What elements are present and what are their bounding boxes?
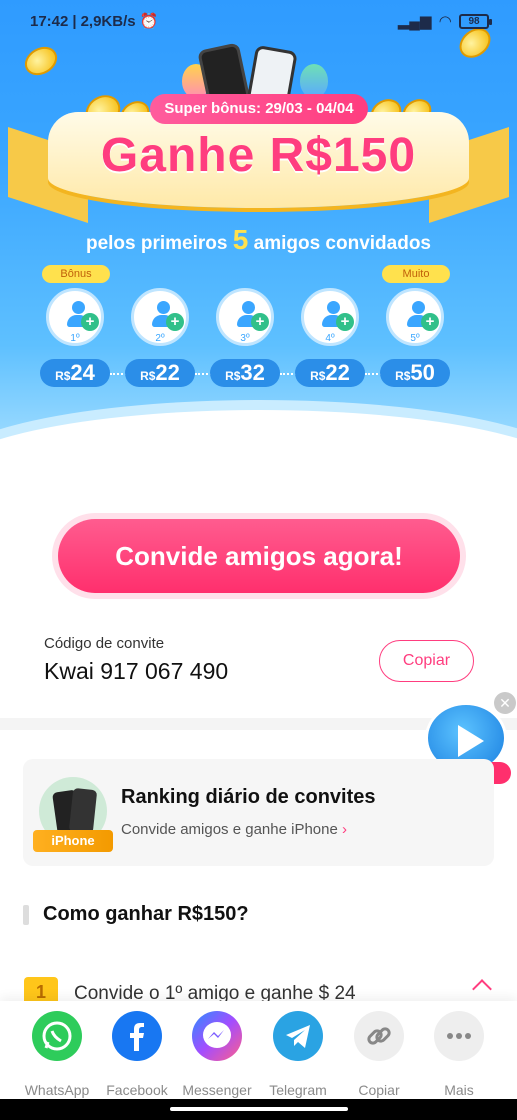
share-bar: WhatsApp Facebook Messenger Telegram Cop… bbox=[0, 1001, 517, 1099]
plus-icon: + bbox=[251, 313, 269, 331]
how-to-title: Como ganhar R$150? bbox=[43, 903, 249, 925]
easter-egg-icon bbox=[300, 64, 328, 98]
plus-icon: + bbox=[166, 313, 184, 331]
status-right: ▂▄▆ ◠ 98 bbox=[397, 12, 492, 30]
plus-icon: + bbox=[336, 313, 354, 331]
hero-banner: Super bônus: 29/03 - 04/04 Ganhe R$150 p… bbox=[0, 0, 517, 460]
system-nav-bar bbox=[0, 1099, 517, 1120]
invite-code-value: Kwai 917 067 490 bbox=[44, 658, 229, 684]
section-accent-bar bbox=[23, 905, 29, 925]
step-amount: R$22 bbox=[125, 359, 195, 387]
status-left: 17:42 | 2,9KB/s ⏰ bbox=[30, 12, 159, 31]
facebook-icon bbox=[112, 1011, 162, 1061]
alarm-icon: ⏰ bbox=[139, 13, 159, 30]
wifi-icon: ◠ bbox=[439, 13, 451, 30]
share-label: Messenger bbox=[182, 1082, 252, 1098]
step-ordinal: 4º bbox=[325, 333, 335, 344]
step-tag: Muito bbox=[382, 265, 450, 283]
daily-ranking-card[interactable]: iPhone Ranking diário de convites Convid… bbox=[23, 759, 494, 866]
share-telegram[interactable]: Telegram bbox=[256, 1011, 340, 1098]
step-ordinal: 5º bbox=[410, 333, 420, 344]
plus-icon: + bbox=[81, 313, 99, 331]
messenger-icon bbox=[192, 1011, 242, 1061]
close-icon[interactable]: ✕ bbox=[494, 692, 516, 714]
share-facebook[interactable]: Facebook bbox=[95, 1011, 179, 1098]
step-amount: R$22 bbox=[295, 359, 365, 387]
hero-subtitle: pelos primeiros 5 amigos convidados bbox=[0, 224, 517, 256]
home-indicator[interactable] bbox=[170, 1107, 348, 1111]
battery-icon: 98 bbox=[459, 13, 492, 29]
share-whatsapp[interactable]: WhatsApp bbox=[15, 1011, 99, 1098]
step-amount: R$24 bbox=[40, 359, 110, 387]
plus-icon: + bbox=[421, 313, 439, 331]
super-bonus-pill: Super bônus: 29/03 - 04/04 bbox=[150, 94, 368, 124]
ranking-title: Ranking diário de convites bbox=[121, 786, 376, 808]
whatsapp-icon bbox=[32, 1011, 82, 1061]
phone-icon bbox=[68, 787, 98, 835]
step-tag: Bônus bbox=[42, 265, 110, 283]
reward-step-5: Muito + 5º R$50 bbox=[370, 262, 460, 392]
link-icon bbox=[354, 1011, 404, 1061]
step-amount: R$50 bbox=[380, 359, 450, 387]
telegram-icon bbox=[273, 1011, 323, 1061]
share-copy-link[interactable]: Copiar bbox=[337, 1011, 421, 1098]
iphone-badge: iPhone bbox=[33, 830, 113, 852]
subtitle-number: 5 bbox=[232, 224, 249, 255]
chevron-up-icon[interactable] bbox=[472, 979, 492, 999]
step-ordinal: 2º bbox=[155, 333, 165, 344]
step-ordinal: 1º bbox=[70, 333, 80, 344]
hero-title: Ganhe R$150 bbox=[100, 129, 417, 182]
chevron-right-icon: › bbox=[342, 821, 347, 838]
add-friend-circle: + 3º bbox=[216, 288, 274, 346]
invite-code-label: Código de convite bbox=[44, 635, 165, 652]
subtitle-prefix: pelos primeiros bbox=[85, 233, 228, 254]
add-friend-circle: + 4º bbox=[301, 288, 359, 346]
more-icon bbox=[434, 1011, 484, 1061]
add-friend-circle: + 5º bbox=[386, 288, 444, 346]
share-more[interactable]: Mais bbox=[417, 1011, 501, 1098]
reward-steps: Bônus + 1º R$24 + 2º R$22 + 3º R$32 + 4º… bbox=[30, 262, 490, 392]
ranking-subtitle: Convide amigos e ganhe iPhone › bbox=[121, 821, 347, 838]
reward-step-3: + 3º R$32 bbox=[200, 262, 290, 392]
play-icon bbox=[458, 725, 484, 757]
share-messenger[interactable]: Messenger bbox=[175, 1011, 259, 1098]
status-time: 17:42 bbox=[30, 12, 69, 30]
status-separator: | bbox=[72, 12, 77, 30]
invite-friends-button[interactable]: Convide amigos agora! bbox=[58, 519, 460, 593]
reward-step-1: Bônus + 1º R$24 bbox=[30, 262, 120, 392]
coin-icon bbox=[19, 41, 63, 81]
step-amount: R$32 bbox=[210, 359, 280, 387]
share-label: Copiar bbox=[358, 1082, 400, 1098]
reward-step-2: + 2º R$22 bbox=[115, 262, 205, 392]
status-bar: 17:42 | 2,9KB/s ⏰ ▂▄▆ ◠ 98 bbox=[0, 0, 517, 42]
add-friend-circle: + 1º bbox=[46, 288, 104, 346]
step-ordinal: 3º bbox=[240, 333, 250, 344]
network-speed: 2,9KB/s bbox=[80, 12, 136, 30]
share-label: Mais bbox=[444, 1082, 474, 1098]
subtitle-suffix: amigos convidados bbox=[253, 233, 431, 254]
share-label: Telegram bbox=[269, 1082, 327, 1098]
share-label: Facebook bbox=[106, 1082, 168, 1098]
share-label: WhatsApp bbox=[24, 1082, 90, 1098]
signal-icon: ▂▄▆ bbox=[397, 13, 432, 30]
copy-code-button[interactable]: Copiar bbox=[379, 640, 474, 682]
add-friend-circle: + 2º bbox=[131, 288, 189, 346]
reward-step-4: + 4º R$22 bbox=[285, 262, 375, 392]
